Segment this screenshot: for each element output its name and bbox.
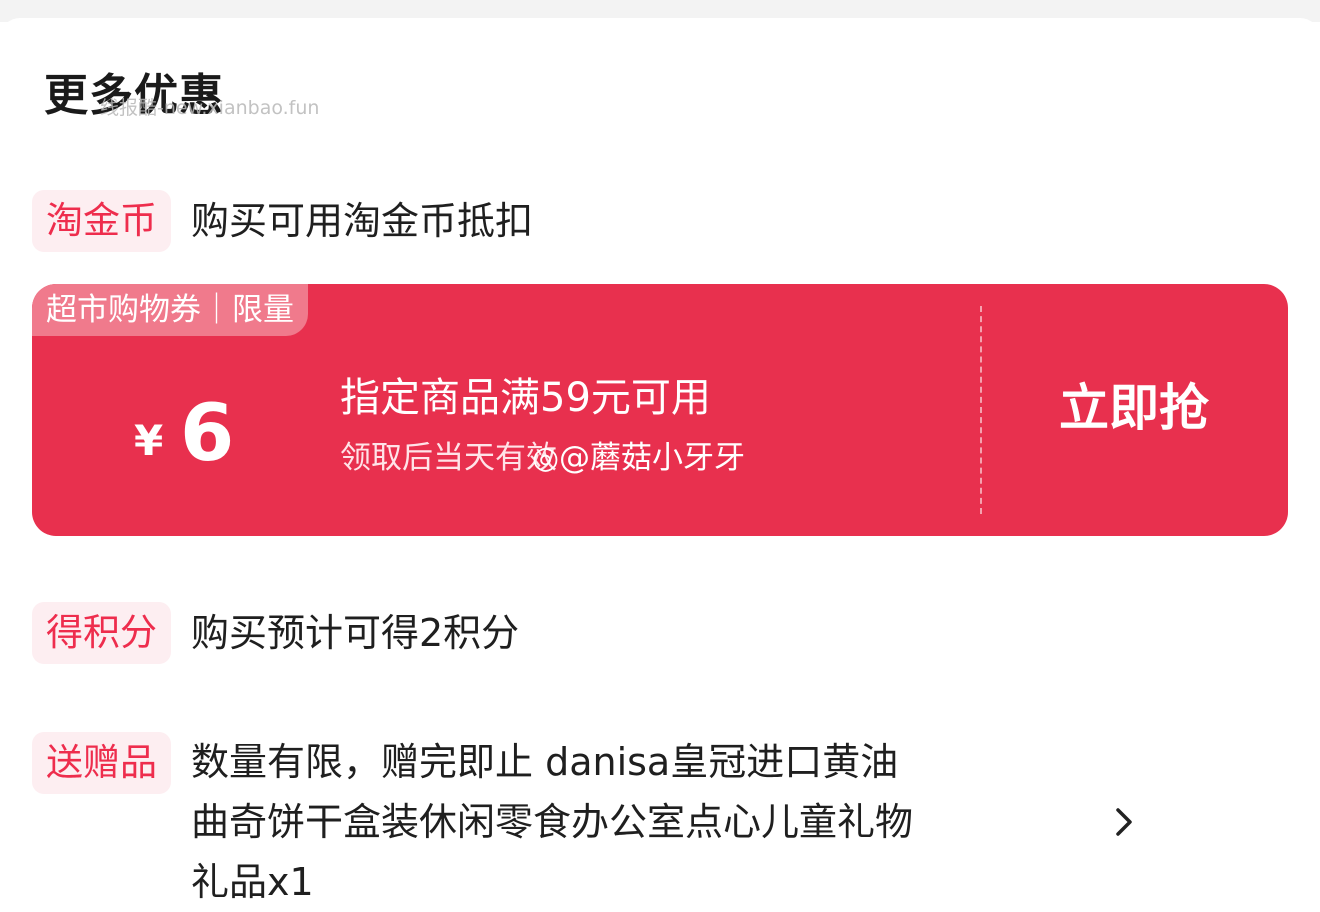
points-tag: 得积分 [32, 602, 171, 664]
supermarket-coupon[interactable]: 超市购物券｜限量 ¥ 6 指定商品满59元可用 领取后当天有效 ◎@蘑菇小牙牙 … [32, 284, 1288, 536]
coin-row[interactable]: 淘金币 购买可用淘金币抵扣 [32, 190, 533, 252]
watermark-text: 线报酷-new.xianbao.fun [100, 97, 320, 119]
coin-description: 购买可用淘金币抵扣 [191, 199, 534, 243]
gift-tag: 送赠品 [32, 732, 171, 794]
gift-line-2: 曲奇饼干盒装休闲零食办公室点心儿童礼物 [191, 800, 914, 844]
gift-row[interactable]: 送赠品 数量有限，赠完即止 danisa皇冠进口黄油 曲奇饼干盒装休闲零食办公室… [32, 732, 1071, 912]
chevron-right-icon[interactable] [1108, 806, 1140, 838]
coupon-currency: ¥ [134, 416, 164, 465]
coupon-condition: 指定商品满59元可用 [340, 375, 711, 421]
gift-line-3: 礼品x1 [191, 860, 314, 904]
coupon-validity: 领取后当天有效 [340, 440, 557, 476]
coin-tag: 淘金币 [32, 190, 171, 252]
weibo-watermark: ◎@蘑菇小牙牙 [532, 440, 746, 476]
coupon-tag: 超市购物券｜限量 [32, 284, 308, 336]
points-row[interactable]: 得积分 购买预计可得2积分 [32, 602, 519, 664]
gift-description: 数量有限，赠完即止 danisa皇冠进口黄油 曲奇饼干盒装休闲零食办公室点心儿童… [191, 732, 1071, 912]
points-description: 购买预计可得2积分 [191, 611, 520, 655]
coupon-amount: 6 [180, 389, 235, 479]
gift-line-1: 数量有限，赠完即止 danisa皇冠进口黄油 [191, 740, 899, 784]
grab-now-button[interactable]: 立即抢 [980, 376, 1288, 440]
